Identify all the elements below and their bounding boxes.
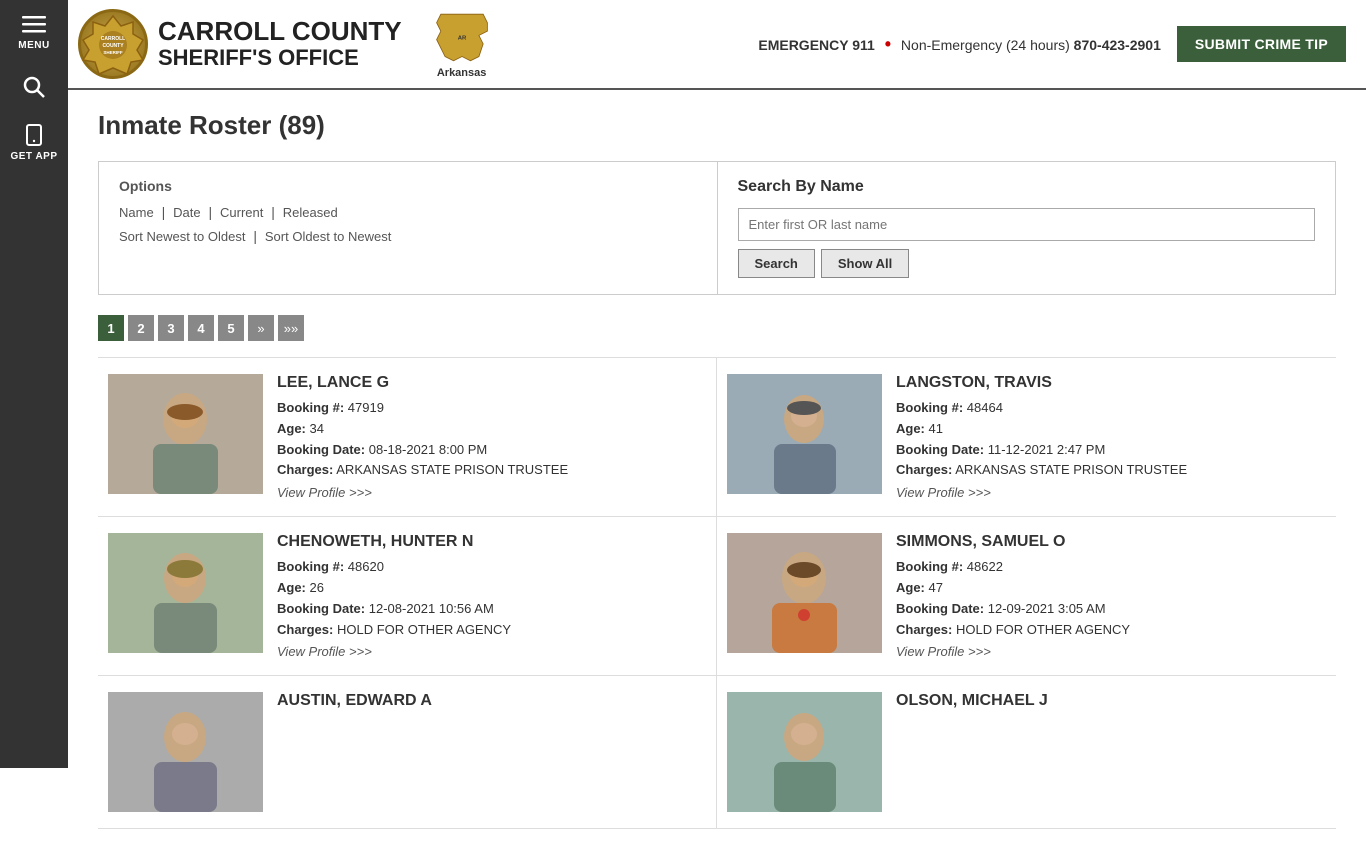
search-input[interactable]	[738, 208, 1316, 241]
filter-released-link[interactable]: Released	[283, 205, 338, 220]
submit-crime-tip-button[interactable]: SUBMIT CRIME TIP	[1177, 26, 1346, 62]
main-content: Inmate Roster (89) Options Name | Date |…	[68, 90, 1366, 849]
sort-newest-link[interactable]: Sort Newest to Oldest	[119, 229, 245, 244]
separator: •	[885, 34, 891, 54]
search-buttons: Search Show All	[738, 249, 1316, 278]
sidebar-search-button[interactable]	[0, 63, 68, 111]
inmate-name: CHENOWETH, HUNTER N	[277, 533, 706, 551]
page-2-button[interactable]: 2	[128, 315, 154, 341]
search-by-name-title: Search By Name	[738, 178, 1316, 196]
page-title: Inmate Roster (89)	[98, 110, 1336, 141]
options-right: Search By Name Search Show All	[718, 162, 1336, 294]
inmate-photo	[108, 374, 263, 494]
svg-text:AR: AR	[457, 35, 466, 41]
svg-text:SHERIFF: SHERIFF	[103, 50, 123, 55]
options-left: Options Name | Date | Current | Released…	[99, 162, 718, 294]
arkansas-logo: AR Arkansas	[422, 10, 502, 79]
inmate-card: LEE, LANCE G Booking #: 47919 Age: 34 Bo…	[98, 358, 717, 517]
view-profile-link[interactable]: View Profile >>>	[277, 485, 372, 500]
pagination: 1 2 3 4 5 » »»	[98, 315, 1336, 341]
menu-label: MENU	[18, 40, 49, 51]
inmate-photo	[108, 692, 263, 812]
page-next-button[interactable]: »	[248, 315, 274, 341]
inmate-card: CHENOWETH, HUNTER N Booking #: 48620 Age…	[98, 517, 717, 676]
sheriff-badge: CARROLL COUNTY SHERIFF	[78, 9, 148, 79]
view-profile-link[interactable]: View Profile >>>	[277, 644, 372, 659]
inmate-card: OLSON, MICHAEL J	[717, 676, 1336, 829]
office-title: CARROLL COUNTY SHERIFF'S OFFICE	[158, 17, 402, 72]
hamburger-icon	[22, 12, 46, 36]
inmate-details: Booking #: 48622 Age: 47 Booking Date: 1…	[896, 557, 1326, 640]
inmate-photo	[727, 533, 882, 653]
inmate-info: AUSTIN, EDWARD A	[277, 692, 706, 812]
inmate-photo	[108, 533, 263, 653]
options-links: Name | Date | Current | Released	[119, 204, 697, 220]
options-title: Options	[119, 178, 697, 194]
inmate-card: AUSTIN, EDWARD A	[98, 676, 717, 829]
inmate-name: LANGSTON, TRAVIS	[896, 374, 1326, 392]
page-4-button[interactable]: 4	[188, 315, 214, 341]
page-1-button[interactable]: 1	[98, 315, 124, 341]
inmate-info: CHENOWETH, HUNTER N Booking #: 48620 Age…	[277, 533, 706, 659]
arkansas-shape-icon: AR	[432, 10, 492, 65]
phone-icon	[22, 123, 46, 147]
sidebar: MENU GET APP	[0, 0, 68, 768]
view-profile-link[interactable]: View Profile >>>	[896, 485, 991, 500]
inmate-info: SIMMONS, SAMUEL O Booking #: 48622 Age: …	[896, 533, 1326, 659]
options-panel: Options Name | Date | Current | Released…	[98, 161, 1336, 295]
header-right: EMERGENCY 911 • Non-Emergency (24 hours)…	[758, 26, 1346, 62]
sort-oldest-link[interactable]: Sort Oldest to Newest	[265, 229, 391, 244]
inmate-photo	[727, 374, 882, 494]
sidebar-app-button[interactable]: GET APP	[0, 111, 68, 174]
page-last-button[interactable]: »»	[278, 315, 304, 341]
inmate-card: SIMMONS, SAMUEL O Booking #: 48622 Age: …	[717, 517, 1336, 676]
inmate-name: AUSTIN, EDWARD A	[277, 692, 706, 710]
inmate-info: LANGSTON, TRAVIS Booking #: 48464 Age: 4…	[896, 374, 1326, 500]
svg-text:COUNTY: COUNTY	[102, 43, 124, 49]
inmate-info: LEE, LANCE G Booking #: 47919 Age: 34 Bo…	[277, 374, 706, 500]
inmate-grid: LEE, LANCE G Booking #: 47919 Age: 34 Bo…	[98, 357, 1336, 829]
page-5-button[interactable]: 5	[218, 315, 244, 341]
svg-text:CARROLL: CARROLL	[101, 36, 125, 42]
inmate-photo	[727, 692, 882, 812]
view-profile-link[interactable]: View Profile >>>	[896, 644, 991, 659]
inmate-name: OLSON, MICHAEL J	[896, 692, 1326, 710]
inmate-name: SIMMONS, SAMUEL O	[896, 533, 1326, 551]
header: CARROLL COUNTY SHERIFF CARROLL COUNTY SH…	[68, 0, 1366, 90]
options-sort: Sort Newest to Oldest | Sort Oldest to N…	[119, 228, 697, 244]
inmate-details: Booking #: 47919 Age: 34 Booking Date: 0…	[277, 398, 706, 481]
filter-name-link[interactable]: Name	[119, 205, 154, 220]
get-app-label: GET APP	[10, 151, 57, 162]
emergency-info: EMERGENCY 911 • Non-Emergency (24 hours)…	[758, 34, 1161, 55]
search-button[interactable]: Search	[738, 249, 815, 278]
inmate-card: LANGSTON, TRAVIS Booking #: 48464 Age: 4…	[717, 358, 1336, 517]
inmate-name: LEE, LANCE G	[277, 374, 706, 392]
filter-current-link[interactable]: Current	[220, 205, 263, 220]
show-all-button[interactable]: Show All	[821, 249, 909, 278]
filter-date-link[interactable]: Date	[173, 205, 200, 220]
page-3-button[interactable]: 3	[158, 315, 184, 341]
inmate-details: Booking #: 48464 Age: 41 Booking Date: 1…	[896, 398, 1326, 481]
sidebar-menu-button[interactable]: MENU	[0, 0, 68, 63]
search-icon	[22, 75, 46, 99]
header-left: CARROLL COUNTY SHERIFF CARROLL COUNTY SH…	[78, 9, 502, 79]
inmate-info: OLSON, MICHAEL J	[896, 692, 1326, 812]
inmate-details: Booking #: 48620 Age: 26 Booking Date: 1…	[277, 557, 706, 640]
